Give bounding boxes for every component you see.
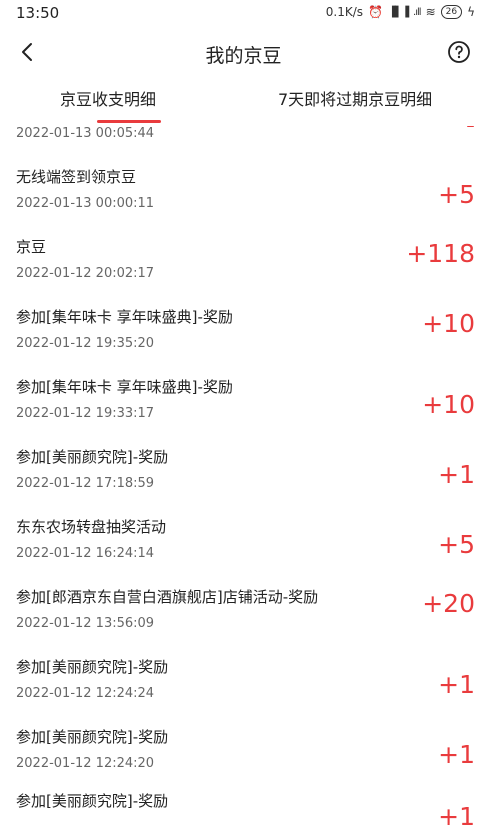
list-item: 东东农场转盘抽奖活动 2022-01-12 16:24:14 +5 bbox=[0, 504, 487, 574]
list-item: 参加[郎酒京东自营白酒旗舰店]店铺活动-奖励 2022-01-12 13:56:… bbox=[0, 574, 487, 644]
list-item: 参加[美丽颜究院]-奖励 +1 bbox=[0, 784, 487, 825]
record-title: 东东农场转盘抽奖活动 bbox=[16, 518, 167, 536]
charging-icon: ϟ bbox=[467, 5, 475, 19]
record-amount: +10 bbox=[422, 309, 475, 338]
status-bar: 13:50 0.1K/s ⏰ ▐▌▐ .ıll ≋ 26 ϟ bbox=[0, 0, 487, 26]
record-amount: - bbox=[466, 126, 475, 139]
list-item: 2022-01-13 00:05:44 - bbox=[0, 126, 487, 154]
list-item: 参加[集年味卡 享年味盛典]-奖励 2022-01-12 19:35:20 +1… bbox=[0, 294, 487, 364]
wifi-icon: ≋ bbox=[425, 5, 436, 19]
active-tab-indicator bbox=[97, 120, 161, 123]
tab-bean-history[interactable]: 京豆收支明细 bbox=[60, 86, 156, 110]
status-time: 13:50 bbox=[16, 4, 60, 22]
record-title: 无线端签到领京豆 bbox=[16, 168, 137, 186]
record-title: 参加[美丽颜究院]-奖励 bbox=[16, 448, 169, 466]
battery-icon: 26 bbox=[440, 5, 463, 19]
record-amount: +118 bbox=[406, 239, 475, 268]
record-title: 参加[集年味卡 享年味盛典]-奖励 bbox=[16, 308, 233, 326]
alarm-icon: ⏰ bbox=[368, 5, 383, 19]
signal-icon: ▐▌▐ bbox=[387, 6, 409, 18]
record-title: 参加[美丽颜究院]-奖励 bbox=[16, 728, 169, 746]
record-date: 2022-01-13 00:05:44 bbox=[16, 126, 155, 141]
record-amount: +5 bbox=[438, 180, 475, 209]
list-item: 无线端签到领京豆 2022-01-13 00:00:11 +5 bbox=[0, 154, 487, 224]
record-date: 2022-01-12 16:24:14 bbox=[16, 546, 155, 561]
record-date: 2022-01-12 12:24:24 bbox=[16, 686, 155, 701]
record-amount: +1 bbox=[438, 670, 475, 699]
record-date: 2022-01-12 20:02:17 bbox=[16, 266, 155, 281]
record-amount: +5 bbox=[438, 530, 475, 559]
record-date: 2022-01-12 19:33:17 bbox=[16, 406, 155, 421]
list-item: 参加[美丽颜究院]-奖励 2022-01-12 17:18:59 +1 bbox=[0, 434, 487, 504]
record-date: 2022-01-12 12:24:20 bbox=[16, 756, 155, 771]
record-title: 参加[郎酒京东自营白酒旗舰店]店铺活动-奖励 bbox=[16, 588, 319, 606]
network-speed: 0.1K/s bbox=[325, 5, 364, 19]
record-title: 参加[美丽颜究院]-奖励 bbox=[16, 658, 169, 676]
record-title: 参加[美丽颜究院]-奖励 bbox=[16, 792, 169, 810]
tab-bar: 京豆收支明细 7天即将过期京豆明细 bbox=[0, 86, 487, 126]
page-title: 我的京豆 bbox=[205, 45, 282, 67]
bean-record-list[interactable]: 2022-01-13 00:05:44 - 无线端签到领京豆 2022-01-1… bbox=[0, 126, 487, 825]
record-amount: +1 bbox=[438, 740, 475, 769]
record-title: 京豆 bbox=[16, 238, 47, 256]
record-amount: +20 bbox=[422, 589, 475, 618]
list-item: 京豆 2022-01-12 20:02:17 +118 bbox=[0, 224, 487, 294]
list-item: 参加[美丽颜究院]-奖励 2022-01-12 12:24:20 +1 bbox=[0, 714, 487, 784]
nav-bar: 我的京豆 bbox=[0, 30, 487, 76]
record-date: 2022-01-12 13:56:09 bbox=[16, 616, 155, 631]
record-amount: +1 bbox=[438, 802, 475, 825]
record-amount: +10 bbox=[422, 390, 475, 419]
record-date: 2022-01-12 19:35:20 bbox=[16, 336, 155, 351]
status-icons: 0.1K/s ⏰ ▐▌▐ .ıll ≋ 26 ϟ bbox=[326, 5, 475, 19]
record-amount: +1 bbox=[438, 460, 475, 489]
record-date: 2022-01-12 17:18:59 bbox=[16, 476, 155, 491]
record-date: 2022-01-13 00:00:11 bbox=[16, 196, 155, 211]
question-circle-icon[interactable] bbox=[447, 40, 471, 64]
tab-expiring-beans[interactable]: 7天即将过期京豆明细 bbox=[278, 86, 432, 110]
list-item: 参加[集年味卡 享年味盛典]-奖励 2022-01-12 19:33:17 +1… bbox=[0, 364, 487, 434]
signal-icon-2: .ıll bbox=[413, 6, 421, 18]
list-item: 参加[美丽颜究院]-奖励 2022-01-12 12:24:24 +1 bbox=[0, 644, 487, 714]
record-title: 参加[集年味卡 享年味盛典]-奖励 bbox=[16, 378, 233, 396]
